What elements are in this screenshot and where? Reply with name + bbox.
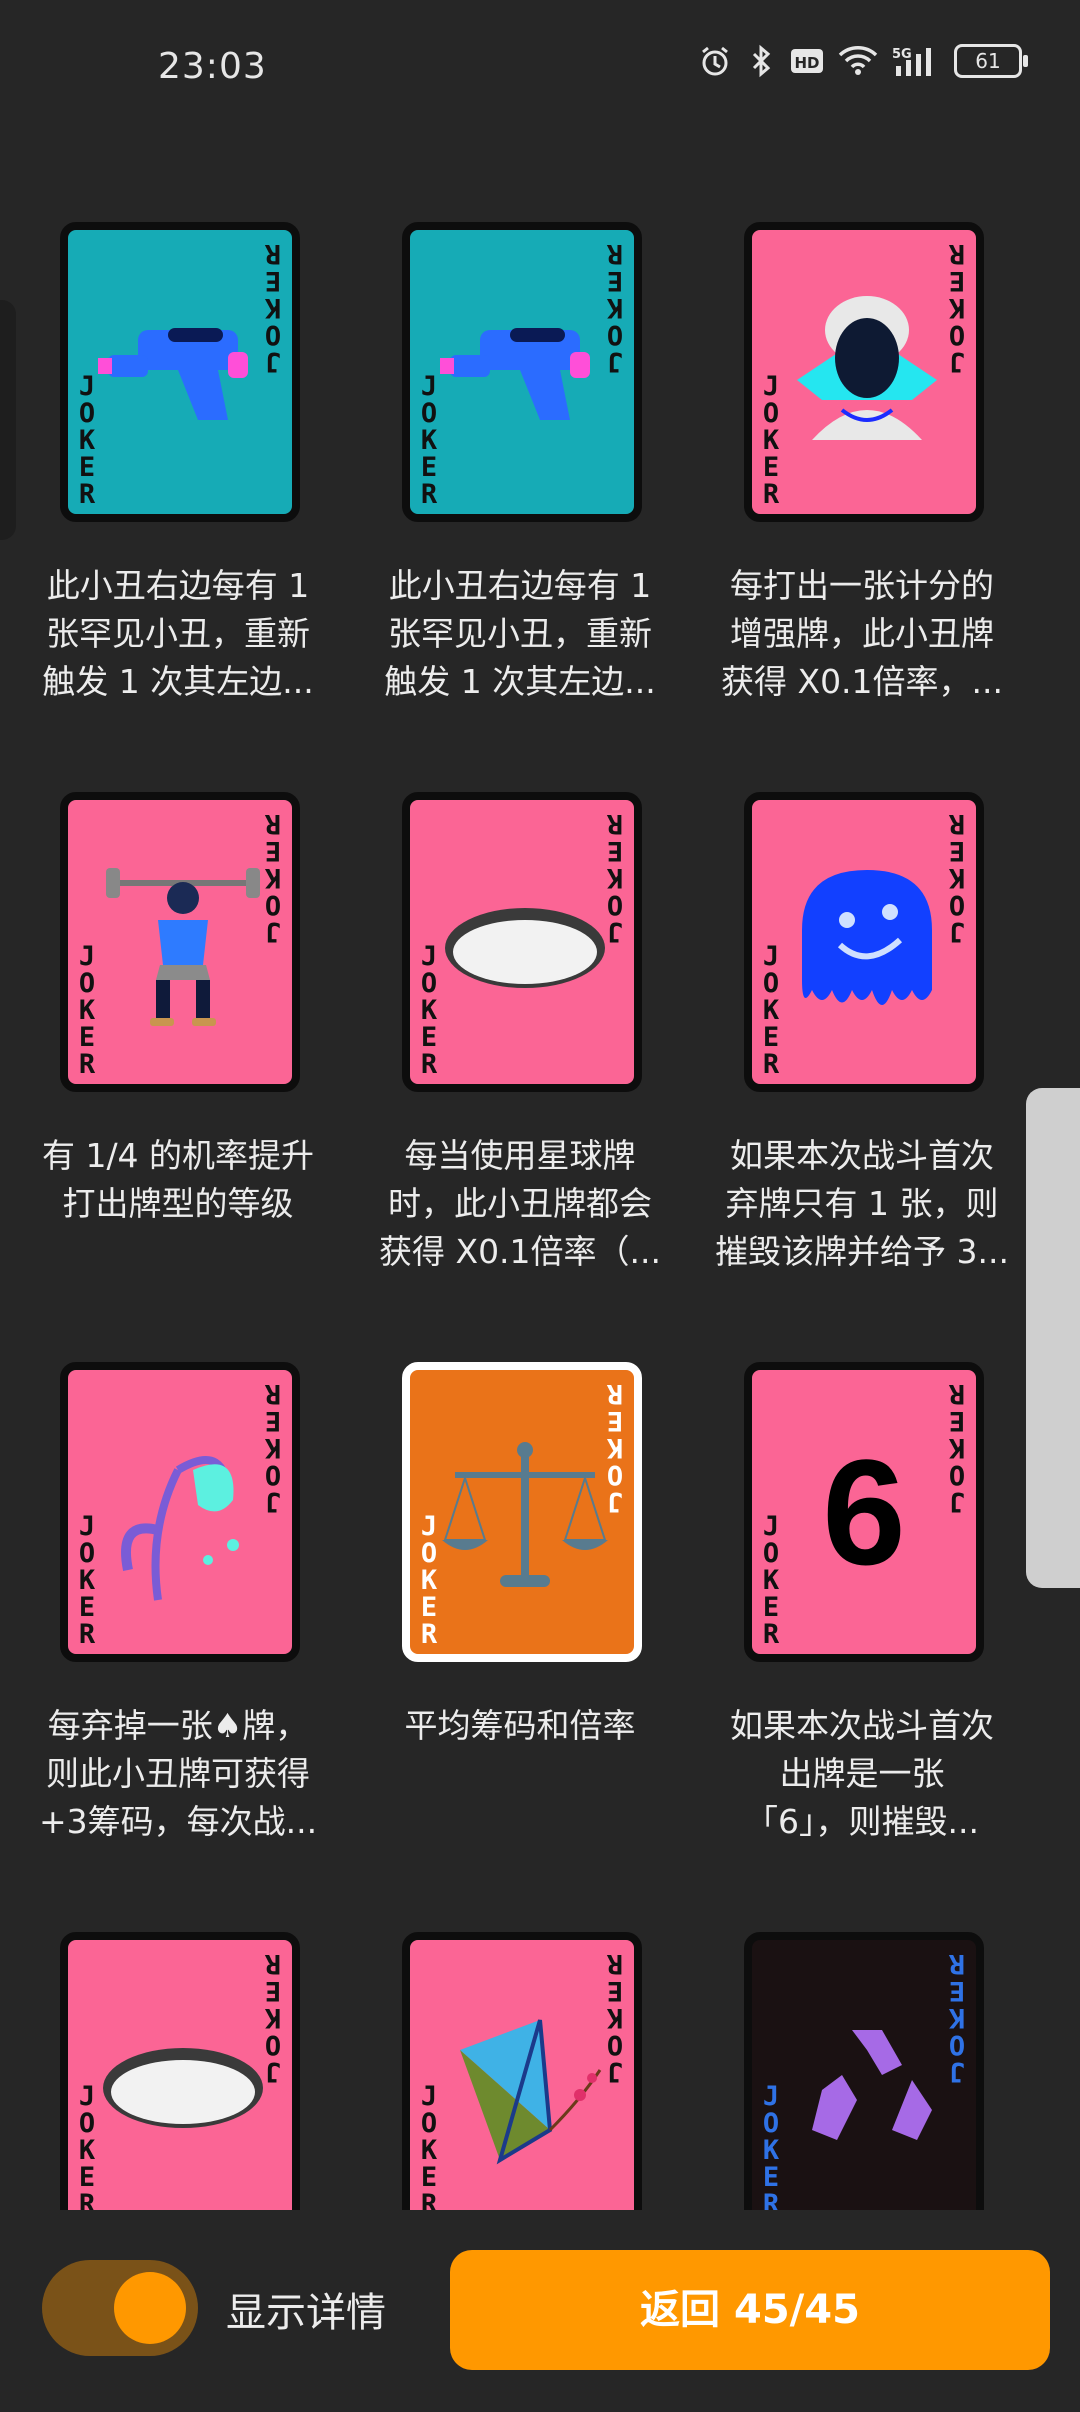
joker-card[interactable]: JOKER JOKER [60, 222, 300, 522]
joker-card[interactable]: JOKER JOKER [402, 1362, 642, 1662]
joker-label: JOKER [762, 941, 780, 1080]
joker-card[interactable]: JOKER 6 JOKER [744, 1362, 984, 1662]
wilted-flower-icon [121, 1456, 239, 1601]
joker-description: 每当使用星球牌 时，此小丑牌都会 获得 X0.1倍率（... [378, 1136, 662, 1271]
weightlifter-icon [106, 868, 260, 1026]
joker-label: JOKER [420, 2081, 438, 2210]
joker-card[interactable]: JOKER JOKER [402, 792, 642, 1092]
joker-description: 每弃掉一张♠牌， 则此小丑牌可获得 +3筹码，每次战... [38, 1706, 318, 1841]
balance-scale-icon [442, 1442, 608, 1587]
toggle-knob [114, 2272, 186, 2344]
return-button[interactable]: 返回 45/45 [450, 2250, 1050, 2370]
joker-label: JOKER [762, 1511, 780, 1650]
joker-card[interactable]: JOKER JOKER [402, 1932, 642, 2210]
joker-card[interactable]: JOKER JOKER [402, 222, 642, 522]
joker-card[interactable]: JOKER JOKER [60, 1932, 300, 2210]
joker-description: 每打出一张计分的 增强牌，此小丑牌 获得 X0.1倍率，... [720, 566, 1004, 701]
joker-card[interactable]: JOKER JOKER [744, 792, 984, 1092]
joker-label: JOKER [420, 1511, 438, 1650]
kite-icon [460, 2019, 602, 2165]
joker-card-grid: JOKER JOKER 此小丑右边每有 1 张罕见小丑，重新 触发 1 次其左边… [0, 0, 1080, 2210]
joker-label: JOKER [78, 941, 96, 1080]
joker-card[interactable]: JOKER JOKER [60, 1362, 300, 1662]
joker-label: JOKER [762, 371, 780, 510]
six-number: 6 [822, 1428, 906, 1596]
joker-description: 有 1/4 的机率提升 打出牌型的等级 [41, 1136, 315, 1223]
scrollbar-thumb[interactable] [1026, 1088, 1080, 1588]
joker-description: 如果本次战斗首次 出牌是一张 「6」，则摧毁... [730, 1706, 994, 1841]
recycle-icon [812, 2030, 932, 2140]
joker-label: JOKER [420, 941, 438, 1080]
joker-card[interactable]: JOKER JOKER [744, 1932, 984, 2210]
hole-icon [103, 2048, 263, 2128]
show-details-toggle[interactable] [42, 2260, 198, 2356]
water-gun-icon [440, 328, 590, 420]
joker-label: JOKER [78, 371, 96, 510]
joker-card[interactable]: JOKER JOKER [744, 222, 984, 522]
hole-icon [445, 908, 605, 988]
joker-label: JOKER [762, 2081, 780, 2210]
joker-description: 此小丑右边每有 1 张罕见小丑，重新 触发 1 次其左边... [384, 566, 656, 701]
joker-description: 如果本次战斗首次 弃牌只有 1 张，则 摧毁该牌并给予 3... [715, 1136, 1009, 1271]
joker-description: 平均筹码和倍率 [404, 1706, 636, 1745]
joker-label: JOKER [78, 1511, 96, 1650]
show-details-label: 显示详情 [226, 2290, 386, 2336]
joker-label: JOKER [420, 371, 438, 510]
joker-card[interactable]: JOKER JOKER [60, 792, 300, 1092]
vampire-icon [797, 296, 937, 440]
joker-description: 此小丑右边每有 1 张罕见小丑，重新 触发 1 次其左边... [42, 566, 314, 701]
joker-label: JOKER [78, 2081, 96, 2210]
ghost-blob-icon [802, 870, 932, 1005]
bottom-bar: 显示详情 返回 45/45 [0, 2210, 1080, 2412]
water-gun-icon [98, 328, 248, 420]
